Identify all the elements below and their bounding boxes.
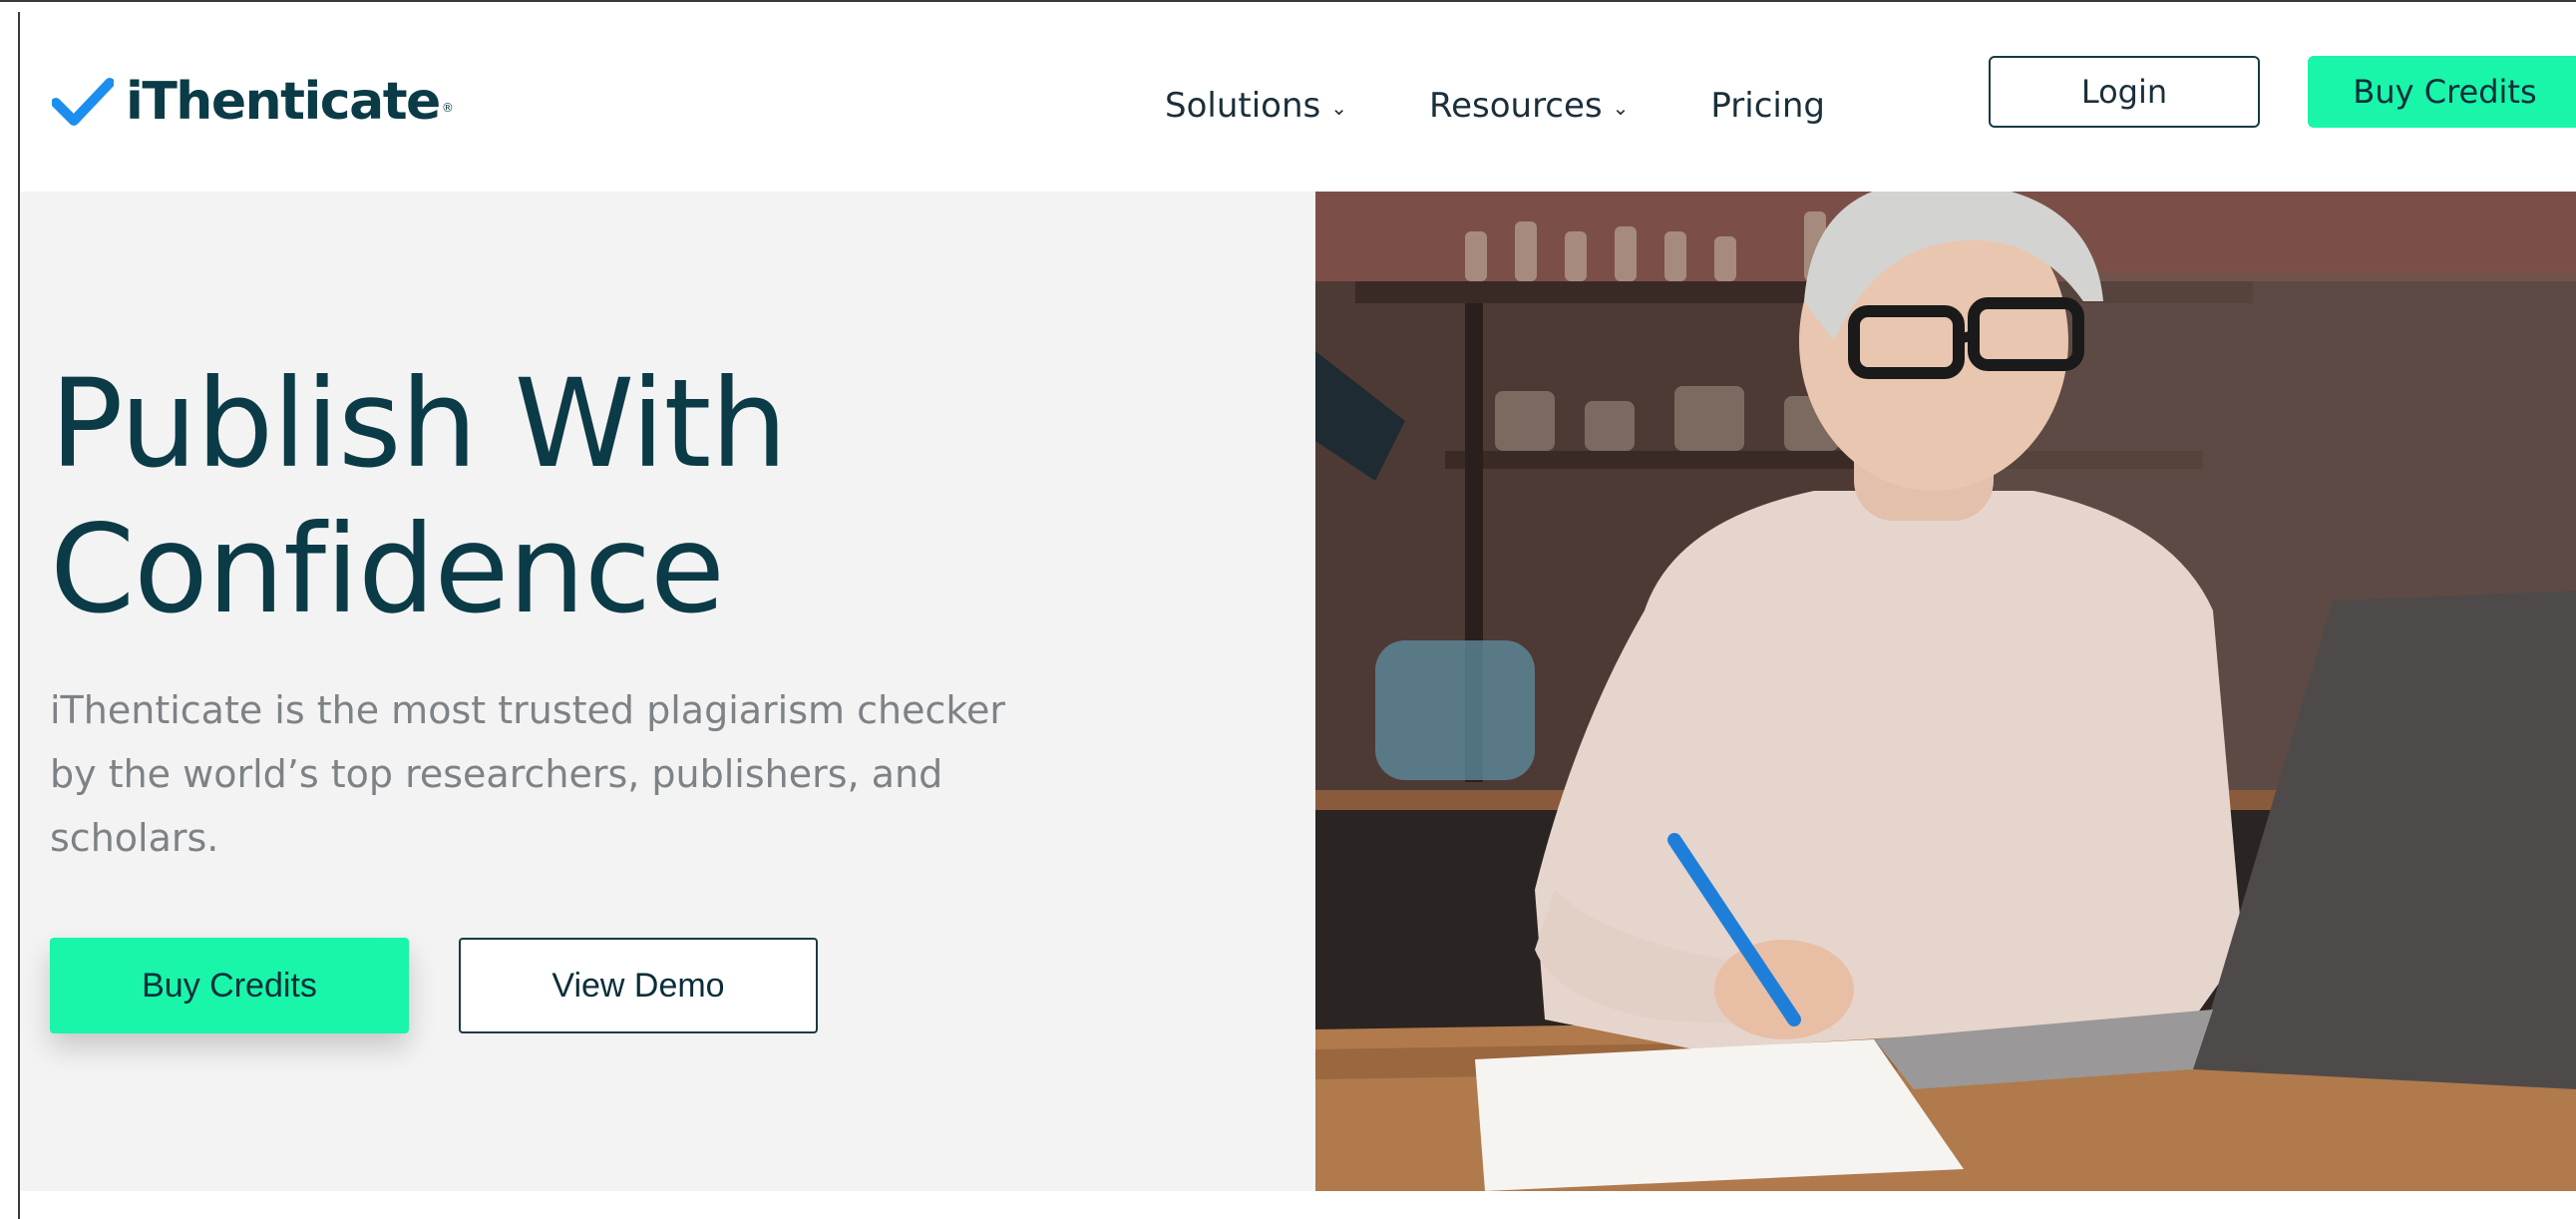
nav-label-solutions: Solutions xyxy=(1165,86,1321,126)
nav-item-resources[interactable]: Resources ⌄ xyxy=(1429,86,1629,126)
photo-illustration xyxy=(1315,192,2576,1191)
nav-item-solutions[interactable]: Solutions ⌄ xyxy=(1165,86,1347,126)
hero-photo xyxy=(1315,192,2576,1191)
header-buy-credits-button[interactable]: Buy Credits xyxy=(2308,56,2576,128)
brand-logo[interactable]: iThenticate ® xyxy=(52,62,454,142)
hero-title: Publish With Confidence xyxy=(50,351,1147,642)
hero-title-line2: Confidence xyxy=(50,499,725,640)
nav-item-pricing[interactable]: Pricing xyxy=(1710,86,1825,126)
nav-label-resources: Resources xyxy=(1429,86,1603,126)
hero-text-panel: Publish With Confidence iThenticate is t… xyxy=(20,192,1315,1191)
hero-buy-credits-button[interactable]: Buy Credits xyxy=(50,938,409,1033)
site-header: iThenticate ® Solutions ⌄ Resources ⌄ Pr… xyxy=(20,14,2576,192)
page-bottom-strip xyxy=(20,1191,2576,1219)
checkmark-icon xyxy=(52,78,114,126)
hero-view-demo-button[interactable]: View Demo xyxy=(459,938,818,1033)
login-button[interactable]: Login xyxy=(1989,56,2260,128)
hero-title-line1: Publish With xyxy=(50,353,788,495)
main-nav: Solutions ⌄ Resources ⌄ Pricing xyxy=(1165,66,1825,146)
brand-name: iThenticate xyxy=(126,72,441,132)
hero-subtitle: iThenticate is the most trusted plagiari… xyxy=(50,688,1006,860)
brand-registered-mark: ® xyxy=(441,101,454,115)
chevron-down-icon: ⌄ xyxy=(1612,96,1630,120)
nav-label-pricing: Pricing xyxy=(1710,86,1826,126)
chevron-down-icon: ⌄ xyxy=(1330,96,1347,120)
